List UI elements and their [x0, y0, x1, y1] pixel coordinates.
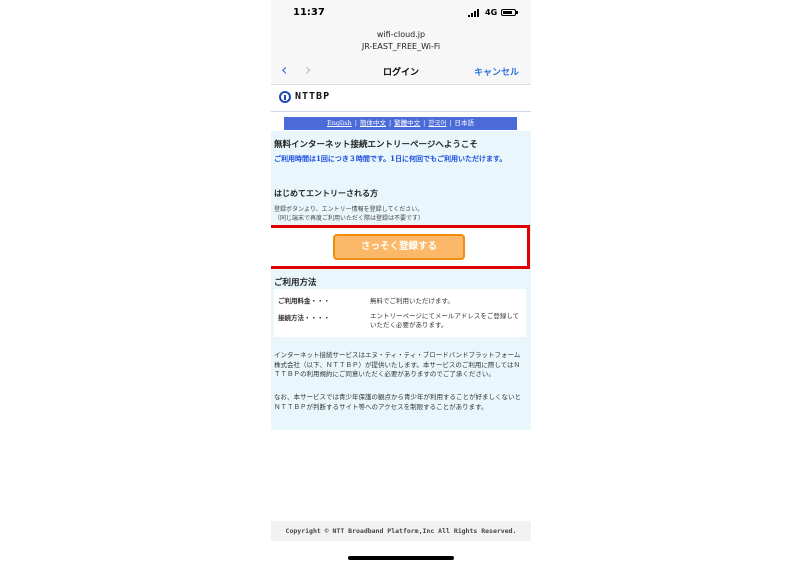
first-time-note-line1: 登録ボタンより、エントリー情報を登録してください。	[274, 206, 424, 213]
lang-separator: |	[388, 119, 392, 127]
register-highlight-box: さっそく登録する	[271, 225, 530, 269]
service-info: インターネット接続サービスはエヌ・ティ・ティ・ブロードバンドプラットフォーム株式…	[274, 351, 521, 378]
usage-table: ご利用料金・・・ 無料でご利用いただけます。 接続方法・・・・ エントリーページ…	[274, 289, 526, 337]
status-bar: 11:37 4G	[271, 0, 531, 24]
method-label: 接続方法・・・・	[278, 314, 330, 322]
lang-japanese[interactable]: 日本語	[455, 119, 475, 127]
status-time: 11:37	[293, 7, 325, 18]
first-time-note-line2: （同じ端末で再度ご利用いただく際は登録は不要です）	[274, 215, 425, 222]
copyright-footer: Copyright © NTT Broadband Platform,Inc A…	[271, 521, 531, 541]
lang-separator: |	[423, 119, 426, 127]
battery-icon	[501, 9, 518, 16]
fee-value: 無料でご利用いただけます。	[370, 297, 454, 305]
logo-text: NTTBP	[295, 91, 331, 102]
lang-english[interactable]: English	[327, 119, 352, 127]
lang-korean[interactable]: 한국어	[428, 119, 446, 127]
method-value: エントリーページにてメールアドレスをご登録していただく必要があります。	[370, 312, 520, 329]
lang-traditional-chinese[interactable]: 繁體中文	[394, 119, 420, 127]
main-content: 無料インターネット接続エントリーページへようこそ ご利用時間は1回につき３時間で…	[271, 131, 531, 430]
lang-separator: |	[449, 119, 452, 127]
register-button[interactable]: さっそく登録する	[333, 234, 465, 260]
address-bar[interactable]: wifi-cloud.jp JR-EAST_FREE_Wi-Fi	[271, 24, 531, 58]
restriction-info: なお、本サービスでは青少年保護の観点から青少年が利用することが好ましくないとＮＴ…	[274, 393, 521, 411]
usage-heading: ご利用方法	[274, 278, 317, 288]
cancel-button[interactable]: キャンセル	[474, 65, 519, 78]
first-time-note: 登録ボタンより、エントリー情報を登録してください。 （同じ端末で再度ご利用いただ…	[274, 205, 424, 223]
lang-simplified-chinese[interactable]: 簡体中文	[360, 119, 386, 127]
navigation-bar: ‹ › ログイン キャンセル	[271, 58, 531, 85]
welcome-heading: 無料インターネット接続エントリーページへようこそ	[274, 140, 478, 150]
nttbp-logo-icon	[279, 91, 291, 103]
page-blank-area	[271, 430, 531, 521]
fee-label: ご利用料金・・・	[278, 297, 330, 305]
first-time-heading: はじめてエントリーされる方	[274, 188, 378, 198]
network-type: 4G	[485, 8, 498, 17]
lang-separator: |	[354, 119, 357, 127]
usage-notice: ご利用時間は1回につき３時間です。1日に何回でもご利用いただけます。	[274, 154, 507, 163]
home-indicator[interactable]	[348, 556, 454, 560]
language-bar: English | 簡体中文 | 繁體中文 | 한국어 | 日本語	[284, 117, 517, 130]
phone-screen: 11:37 4G wifi-cloud.jp JR-EAST_FREE_Wi-F…	[271, 0, 531, 570]
header-logo-row: NTTBP	[271, 85, 531, 112]
network-name: JR-EAST_FREE_Wi-Fi	[361, 42, 441, 51]
page-url: wifi-cloud.jp	[376, 30, 426, 39]
signal-icon	[468, 9, 482, 17]
